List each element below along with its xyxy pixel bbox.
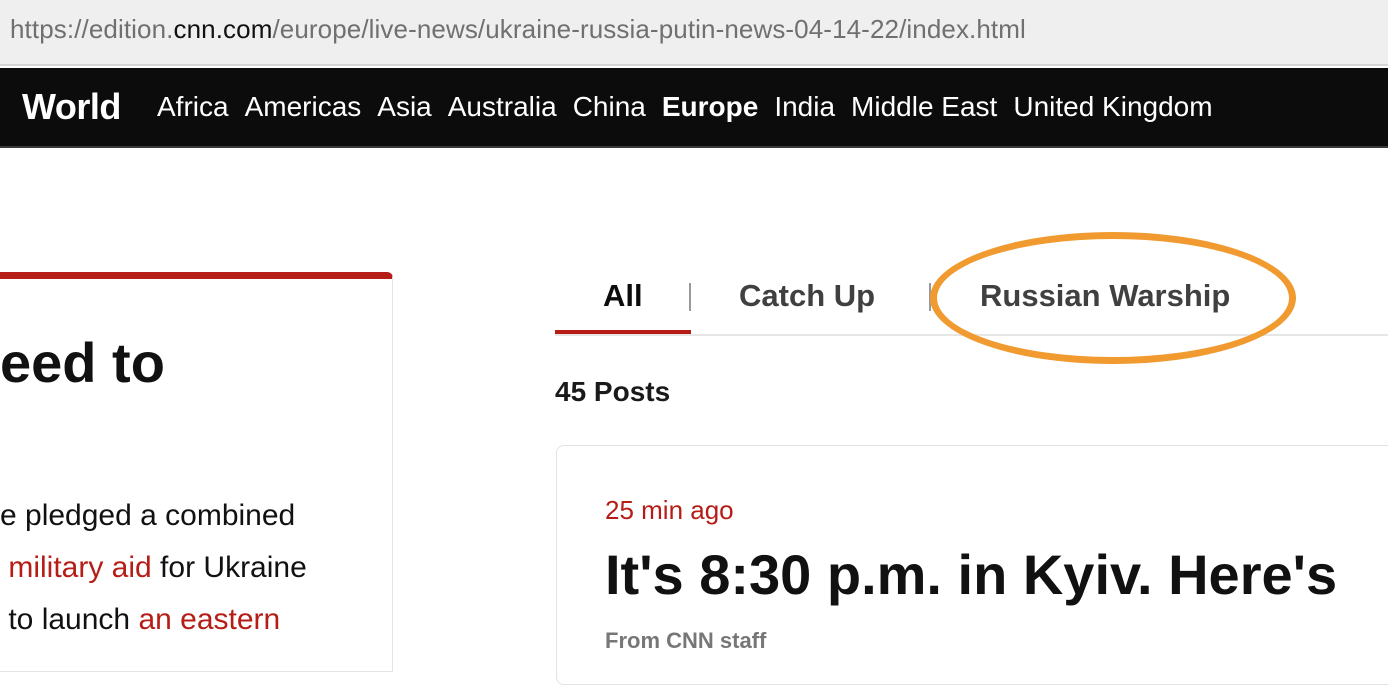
tab-all[interactable]: All [603,278,643,314]
left-body-line-1: e pledged a combined [0,499,296,532]
nav-link-middle-east[interactable]: Middle East [851,91,997,123]
url-path: /europe/live-news/ukraine-russia-putin-n… [272,14,1026,44]
post-title[interactable]: It's 8:30 p.m. in Kyiv. Here's [605,542,1337,607]
url-prefix: https://edition. [10,14,174,44]
nav-link-india[interactable]: India [774,91,835,123]
highlight-annotation-ellipse [930,232,1296,364]
left-body-line-3-text: to launch [8,603,139,636]
left-article-body: e pledged a combined military aid for Uk… [0,490,307,646]
tab-catch-up[interactable]: Catch Up [739,278,875,314]
post-byline: From CNN staff [605,628,767,653]
left-body-line-2-text: for Ukraine [151,551,307,584]
nav-link-china[interactable]: China [573,91,646,123]
eastern-offensive-link[interactable]: an eastern [138,603,280,636]
active-tab-underline [555,330,691,334]
url-host: cnn.com [173,14,273,44]
nav-link-asia[interactable]: Asia [377,91,431,123]
nav-link-australia[interactable]: Australia [448,91,557,123]
browser-address-bar[interactable]: https://edition.cnn.com/europe/live-news… [0,0,1388,66]
nav-link-united-kingdom[interactable]: United Kingdom [1013,91,1212,123]
left-article-headline[interactable]: eed to [0,330,165,395]
posts-count: 45 Posts [555,376,671,407]
url-text[interactable]: https://edition.cnn.com/europe/live-news… [10,14,1026,45]
nav-link-europe[interactable]: Europe [662,91,758,123]
post-timestamp: 25 min ago [605,495,734,525]
nav-link-africa[interactable]: Africa [157,91,229,123]
nav-brand-world[interactable]: World [22,86,121,128]
nav-link-americas[interactable]: Americas [245,91,362,123]
left-body-line-3: to launch an eastern [0,594,307,646]
nav-links: Africa Americas Asia Australia China Eur… [157,91,1213,123]
military-aid-link[interactable]: military aid [8,551,151,584]
left-body-line-2: military aid for Ukraine [0,542,307,594]
section-nav-bar: World Africa Americas Asia Australia Chi… [0,68,1388,148]
tab-separator [689,283,691,311]
